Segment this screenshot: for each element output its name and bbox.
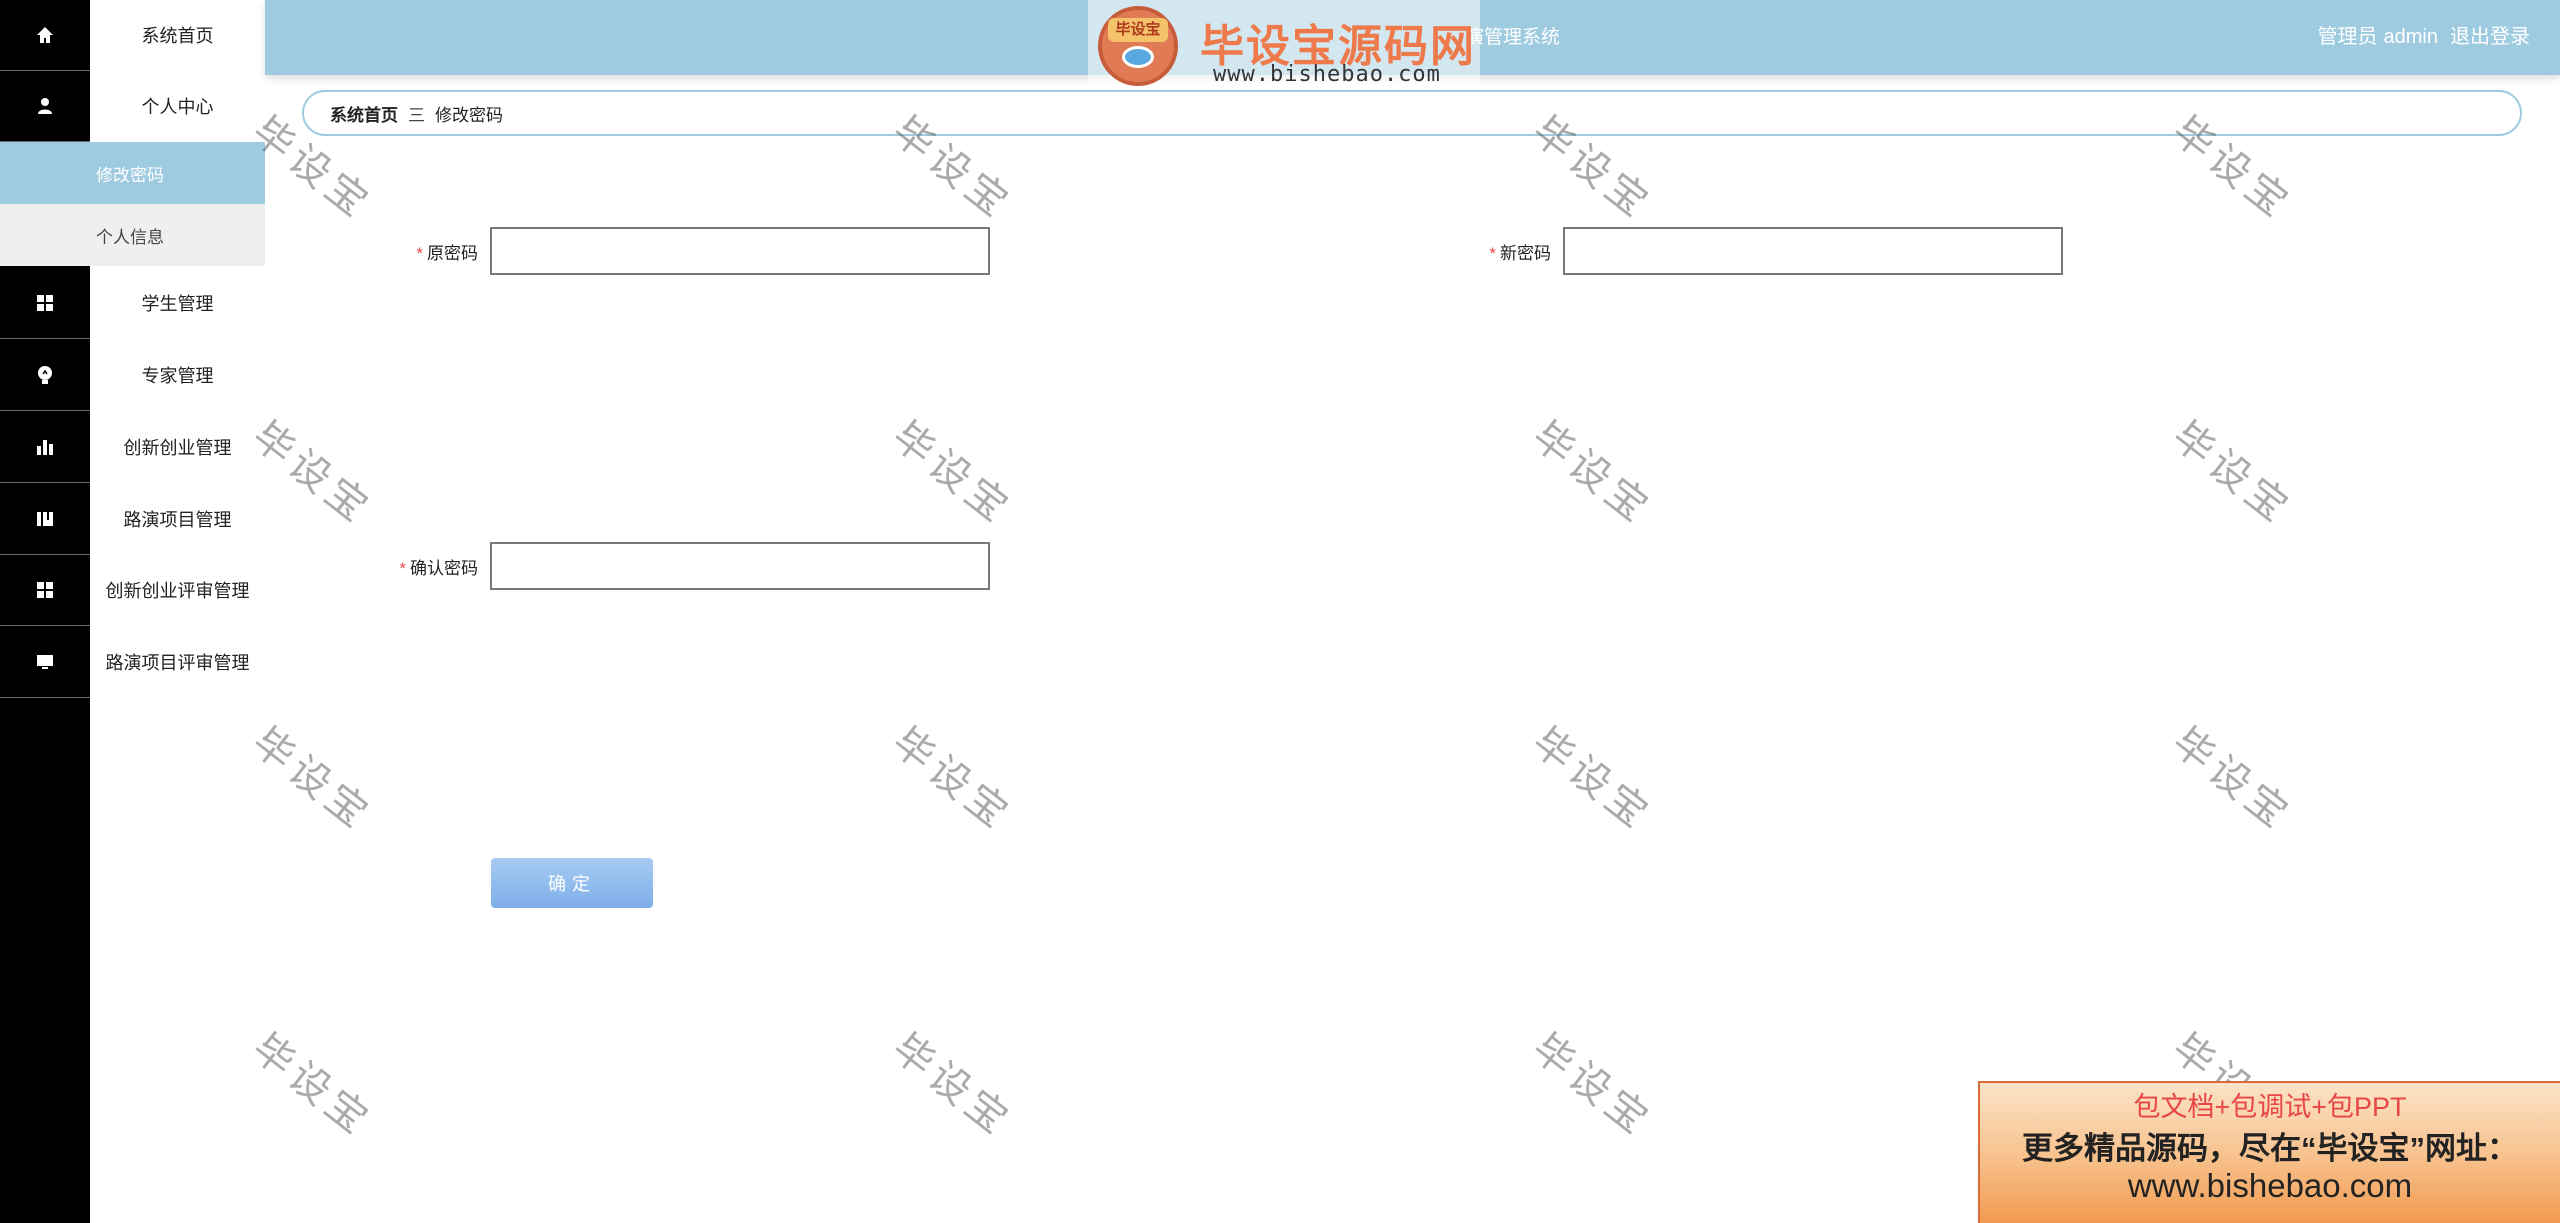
sidebar-item-label: 专家管理 bbox=[141, 366, 214, 386]
logout-link[interactable]: 退出登录 bbox=[2450, 26, 2530, 48]
new-password-input[interactable] bbox=[1563, 227, 2063, 275]
sidebar-item-innovation-review-management[interactable]: 创新创业评审管理 bbox=[0, 555, 265, 626]
ad-line-url: www.bishebao.com bbox=[2127, 1167, 2413, 1204]
sidebar-subitem-personal-info[interactable]: 个人信息 bbox=[0, 204, 265, 266]
confirm-password-label: * 确认密码 bbox=[300, 554, 478, 579]
breadcrumb: 系统首页 三 修改密码 bbox=[302, 90, 2522, 136]
ad-line-services: 包文档+包调试+包PPT bbox=[2133, 1092, 2407, 1122]
new-password-label: * 新密码 bbox=[1380, 239, 1551, 264]
bar-chart-icon bbox=[0, 412, 90, 483]
sidebar-item-innovation-management[interactable]: 创新创业管理 bbox=[0, 412, 265, 483]
logo-badge-icon: 毕设宝 bbox=[1098, 6, 1178, 86]
breadcrumb-current: 修改密码 bbox=[435, 105, 503, 125]
sidebar-item-roadshow-management[interactable]: 路演项目管理 bbox=[0, 484, 265, 555]
sidebar: 系统首页 个人中心 修改密码 个人信息 学生管理 专家管理 创新创业管理 路演项… bbox=[0, 0, 265, 1223]
sidebar-item-expert-management[interactable]: 专家管理 bbox=[0, 340, 265, 411]
sidebar-item-label: 路演项目管理 bbox=[123, 510, 232, 530]
watermark-text: 毕设宝 bbox=[2163, 718, 2301, 841]
sidebar-item-label: 学生管理 bbox=[141, 294, 214, 314]
monitor-icon bbox=[0, 627, 90, 698]
ad-line-promo: 更多精品源码，尽在“毕设宝”网址： bbox=[2022, 1131, 2518, 1166]
sidebar-subitem-change-password[interactable]: 修改密码 bbox=[0, 142, 265, 204]
watermark-text: 毕设宝 bbox=[1523, 1024, 1661, 1147]
logo-url: www.bishebao.com bbox=[1213, 62, 1441, 87]
sidebar-item-home[interactable]: 系统首页 bbox=[0, 0, 265, 71]
required-mark: * bbox=[1489, 243, 1496, 263]
home-icon bbox=[0, 0, 90, 71]
username: admin bbox=[2383, 26, 2438, 48]
breadcrumb-separator: 三 bbox=[408, 105, 425, 125]
new-password-row: * 新密码 bbox=[1380, 227, 2063, 275]
sidebar-item-label: 创新创业管理 bbox=[123, 438, 232, 458]
old-password-input[interactable] bbox=[490, 227, 990, 275]
sidebar-subitem-label: 修改密码 bbox=[96, 165, 164, 185]
user-icon bbox=[0, 71, 90, 142]
watermark-text: 毕设宝 bbox=[2163, 412, 2301, 535]
old-password-row: * 原密码 bbox=[300, 227, 990, 275]
required-mark: * bbox=[416, 243, 423, 263]
site-logo: 毕设宝 毕设宝源码网 www.bishebao.com bbox=[1088, 0, 1480, 95]
bulb-icon bbox=[0, 340, 90, 411]
logo-eye-icon bbox=[1122, 46, 1154, 68]
breadcrumb-home[interactable]: 系统首页 bbox=[330, 101, 398, 126]
watermark-text: 毕设宝 bbox=[883, 412, 1021, 535]
old-password-label-text: 原密码 bbox=[427, 243, 478, 263]
confirm-password-label-text: 确认密码 bbox=[410, 558, 478, 578]
ad-banner[interactable]: 包文档+包调试+包PPT 更多精品源码，尽在“毕设宝”网址： www.bishe… bbox=[1978, 1081, 2560, 1223]
sidebar-subitem-label: 个人信息 bbox=[96, 227, 164, 247]
new-password-label-text: 新密码 bbox=[1500, 243, 1551, 263]
watermark-text: 毕设宝 bbox=[883, 718, 1021, 841]
submit-button[interactable]: 确定 bbox=[491, 858, 653, 908]
confirm-password-input[interactable] bbox=[490, 542, 990, 590]
book-icon bbox=[0, 484, 90, 555]
sidebar-item-roadshow-review-management[interactable]: 路演项目评审管理 bbox=[0, 627, 265, 698]
sidebar-item-student-management[interactable]: 学生管理 bbox=[0, 268, 265, 339]
sidebar-item-label: 个人中心 bbox=[141, 97, 214, 117]
required-mark: * bbox=[399, 558, 406, 578]
watermark-text: 毕设宝 bbox=[883, 1024, 1021, 1147]
user-role: 管理员 bbox=[2317, 26, 2378, 48]
user-info: 管理员 admin 退出登录 bbox=[2306, 0, 2530, 75]
logo-badge-text: 毕设宝 bbox=[1108, 18, 1168, 42]
sidebar-item-label: 系统首页 bbox=[141, 26, 214, 46]
sidebar-item-label: 创新创业评审管理 bbox=[105, 581, 250, 601]
old-password-label: * 原密码 bbox=[300, 239, 478, 264]
sidebar-item-personal-center[interactable]: 个人中心 bbox=[0, 71, 265, 142]
watermark-text: 毕设宝 bbox=[1523, 412, 1661, 535]
confirm-password-row: * 确认密码 bbox=[300, 542, 990, 590]
watermark-text: 毕设宝 bbox=[1523, 718, 1661, 841]
grid-icon bbox=[0, 555, 90, 626]
sidebar-item-label: 路演项目评审管理 bbox=[105, 653, 250, 673]
grid-icon bbox=[0, 268, 90, 339]
